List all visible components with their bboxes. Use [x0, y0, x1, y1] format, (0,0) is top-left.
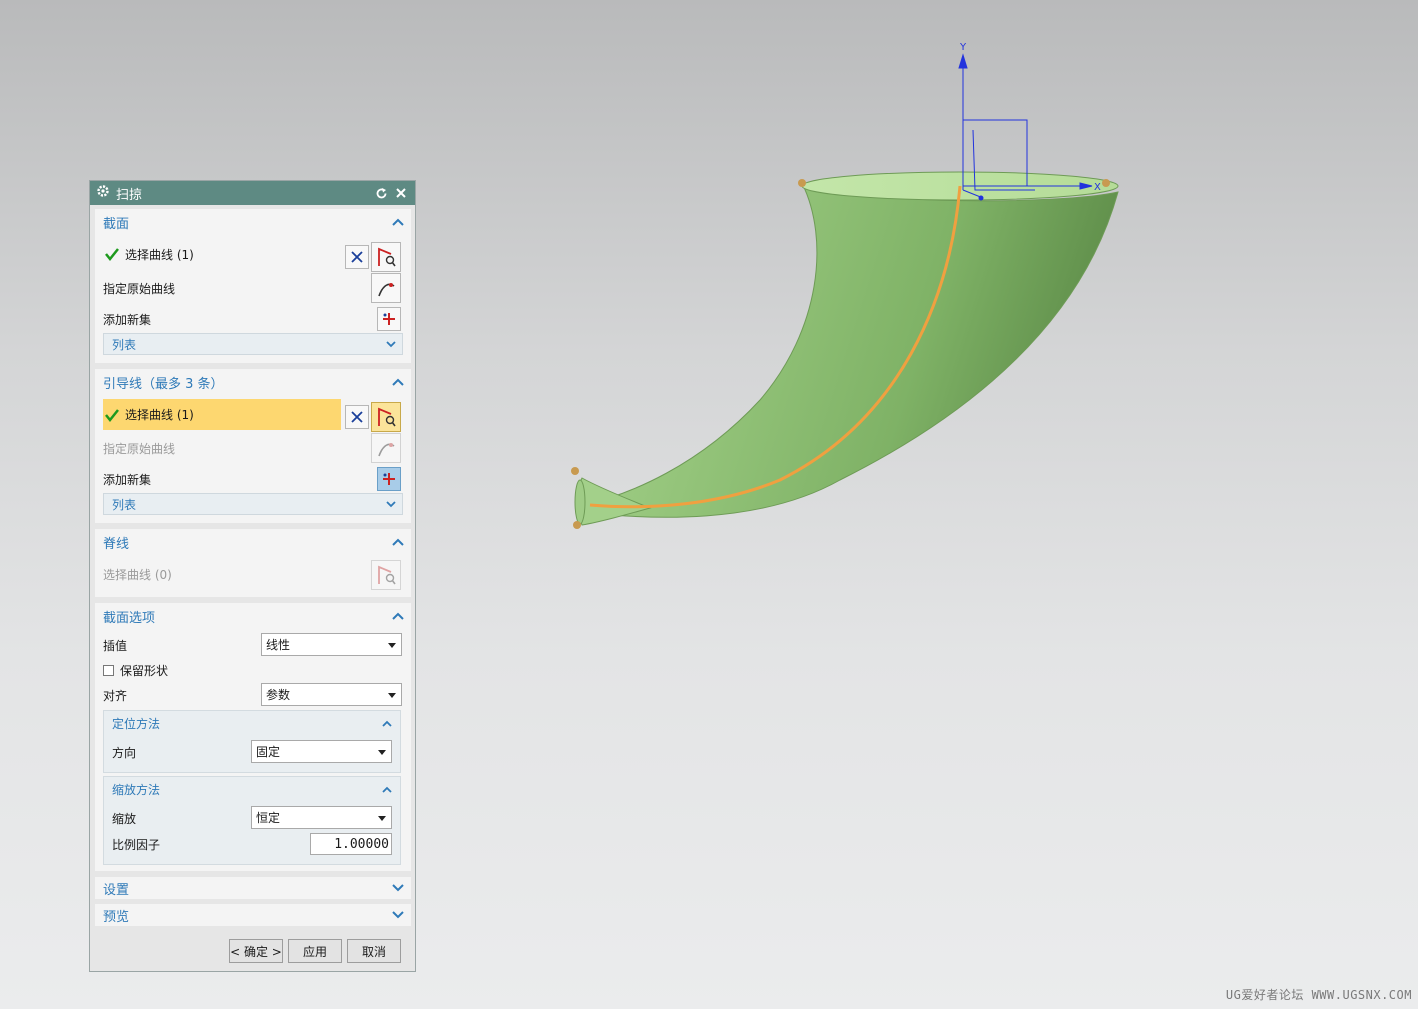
section-group-header[interactable]: 截面 [95, 209, 411, 235]
align-select[interactable]: 参数 [261, 683, 402, 706]
sweep-dialog: 扫掠 截面 选择曲线 (1) 指定原始曲线 添加新集 列表 引导线（最多 3 条… [89, 180, 416, 972]
dropdown-arrow-icon [388, 643, 396, 648]
chevron-up-icon[interactable] [391, 375, 405, 389]
settings-group[interactable]: 设置 [95, 877, 411, 899]
curve-select-icon-button[interactable] [371, 242, 401, 272]
preserve-shape-checkbox[interactable] [103, 664, 114, 676]
chevron-up-icon[interactable] [380, 716, 394, 730]
chevron-down-icon[interactable] [391, 881, 405, 895]
add-set-icon-button[interactable] [377, 307, 401, 331]
dropdown-arrow-icon [378, 750, 386, 755]
scale-factor-input[interactable]: 1.00000 [310, 833, 392, 855]
apply-button[interactable]: 应用 [288, 939, 342, 963]
reverse-direction-button[interactable] [345, 245, 369, 269]
chevron-up-icon[interactable] [391, 535, 405, 549]
dropdown-arrow-icon [378, 816, 386, 821]
dropdown-arrow-icon [388, 693, 396, 698]
section-add-new-set[interactable]: 添加新集 [103, 306, 403, 332]
section-options-group: 截面选项 插值 线性 保留形状 对齐 参数 定位方法 方向 固定 缩放方法 缩放… [95, 603, 411, 871]
axis-x-label: X [1094, 182, 1101, 193]
guide-group-header[interactable]: 引导线（最多 3 条） [95, 369, 411, 395]
section-list-toggle[interactable]: 列表 [103, 333, 403, 355]
spine-group-header[interactable]: 脊线 [95, 529, 411, 555]
chevron-up-icon[interactable] [391, 215, 405, 229]
section-specify-origin-curve[interactable]: 指定原始曲线 [103, 275, 403, 301]
orientation-subgroup: 定位方法 方向 固定 [103, 710, 401, 773]
guide-list-toggle[interactable]: 列表 [103, 493, 403, 515]
reset-icon[interactable] [373, 185, 389, 201]
settings-header[interactable]: 设置 [95, 877, 411, 899]
preview-group[interactable]: 预览 [95, 904, 411, 926]
scaling-subgroup: 缩放方法 缩放 恒定 比例因子 1.00000 [103, 776, 401, 865]
axis-y-label: Y [959, 42, 967, 53]
checkmark-icon [105, 408, 119, 422]
direction-select[interactable]: 固定 [251, 740, 392, 763]
interpolation-select[interactable]: 线性 [261, 633, 402, 656]
cancel-button[interactable]: 取消 [347, 939, 401, 963]
spine-group: 脊线 选择曲线 (0) [95, 529, 411, 597]
preview-header[interactable]: 预览 [95, 904, 411, 926]
chevron-up-icon[interactable] [391, 609, 405, 623]
checkmark-icon [105, 248, 119, 261]
origin-curve-icon-button[interactable] [371, 273, 401, 303]
gear-icon[interactable] [96, 184, 110, 202]
reverse-direction-button[interactable] [345, 405, 369, 429]
orientation-header[interactable]: 定位方法 [104, 711, 400, 735]
horn-surface[interactable] [581, 182, 1119, 518]
guide-specify-origin-curve[interactable]: 指定原始曲线 [103, 435, 403, 461]
add-set-icon-button[interactable] [377, 467, 401, 491]
curve-select-icon-button[interactable] [371, 560, 401, 590]
section-options-header[interactable]: 截面选项 [95, 603, 411, 629]
dialog-titlebar[interactable]: 扫掠 [90, 181, 415, 205]
watermark: UG爱好者论坛 WWW.UGSNX.COM [1225, 988, 1412, 1002]
section-select-curve[interactable]: 选择曲线 (1) [103, 241, 341, 267]
ok-button[interactable]: < 确定 > [229, 939, 283, 963]
chevron-up-icon[interactable] [380, 782, 394, 796]
chevron-down-icon[interactable] [391, 908, 405, 922]
spine-select-curve[interactable]: 选择曲线 (0) [103, 561, 403, 587]
origin-curve-icon-button[interactable] [371, 433, 401, 463]
close-icon[interactable] [393, 185, 409, 201]
guide-group: 引导线（最多 3 条） 选择曲线 (1) 指定原始曲线 添加新集 列表 [95, 369, 411, 523]
section-group: 截面 选择曲线 (1) 指定原始曲线 添加新集 列表 [95, 209, 411, 363]
guide-add-new-set[interactable]: 添加新集 [103, 466, 403, 492]
scale-select[interactable]: 恒定 [251, 806, 392, 829]
chevron-down-icon [386, 497, 396, 511]
preserve-shape-row[interactable]: 保留形状 [103, 657, 403, 683]
scaling-header[interactable]: 缩放方法 [104, 777, 400, 801]
dialog-title: 扫掠 [116, 187, 143, 203]
chevron-down-icon [386, 337, 396, 351]
guide-select-curve[interactable]: 选择曲线 (1) [103, 399, 341, 430]
curve-select-icon-button[interactable] [371, 402, 401, 432]
